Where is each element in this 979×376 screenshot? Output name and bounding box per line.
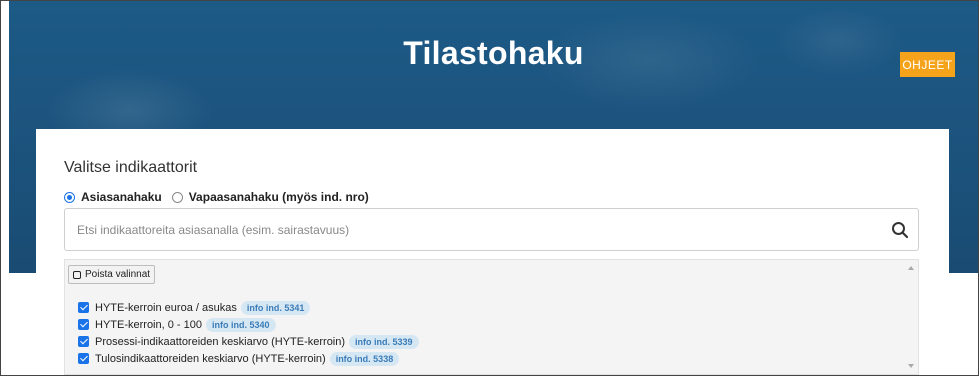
list-item[interactable]: Prosessi-indikaattoreiden keskiarvo (HYT… [78,334,419,349]
square-icon [73,270,81,279]
list-item[interactable]: HYTE-kerroin euroa / asukas info ind. 53… [78,300,419,315]
info-badge[interactable]: info ind. 5341 [240,300,311,315]
page-title: Tilastohaku [403,35,584,71]
info-badge[interactable]: info ind. 5338 [329,351,400,366]
scroll-up-arrow-icon[interactable] [908,266,914,270]
radio-keyword-search[interactable] [64,191,75,203]
list-item[interactable]: HYTE-kerroin, 0 - 100 info ind. 5340 [78,317,419,332]
checkbox[interactable] [78,302,89,313]
indicator-label: HYTE-kerroin euroa / asukas [95,301,237,314]
radio-freetext-search-label[interactable]: Vapaasanahaku (myös ind. nro) [189,190,369,204]
section-title: Valitse indikaattorit [64,159,198,176]
search-icon[interactable] [891,221,909,239]
indicator-label: Tulosindikaattoreiden keskiarvo (HYTE-ke… [95,352,326,365]
search-mode-group: Asiasanahaku Vapaasanahaku (myös ind. nr… [64,189,379,205]
info-badge[interactable]: info ind. 5339 [349,334,419,349]
radio-freetext-search[interactable] [171,191,183,203]
indicator-card: Valitse indikaattorit Asiasanahaku Vapaa… [36,129,949,375]
scroll-down-arrow-icon[interactable] [908,364,914,368]
list-item[interactable]: Tulosindikaattoreiden keskiarvo (HYTE-ke… [78,351,419,366]
search-input[interactable] [65,209,877,250]
clear-selections-label: Poista valinnat [85,269,151,280]
page-frame: Tilastohaku OHJEET Valitse indikaattorit… [0,0,979,376]
help-button[interactable]: OHJEET [900,52,955,77]
indicator-label: Prosessi-indikaattoreiden keskiarvo (HYT… [95,335,346,348]
search-box [64,208,919,251]
info-badge[interactable]: info ind. 5340 [205,317,276,332]
indicator-label: HYTE-kerroin, 0 - 100 [95,318,202,331]
indicator-list: Poista valinnat HYTE-kerroin euroa / asu… [64,259,919,375]
indicator-items: HYTE-kerroin euroa / asukas info ind. 53… [78,300,419,368]
checkbox[interactable] [78,319,89,330]
scrollbar[interactable] [904,260,918,374]
radio-keyword-search-label[interactable]: Asiasanahaku [81,190,162,204]
checkbox[interactable] [78,353,89,364]
clear-selections-button[interactable]: Poista valinnat [68,265,156,284]
checkbox[interactable] [78,336,89,347]
